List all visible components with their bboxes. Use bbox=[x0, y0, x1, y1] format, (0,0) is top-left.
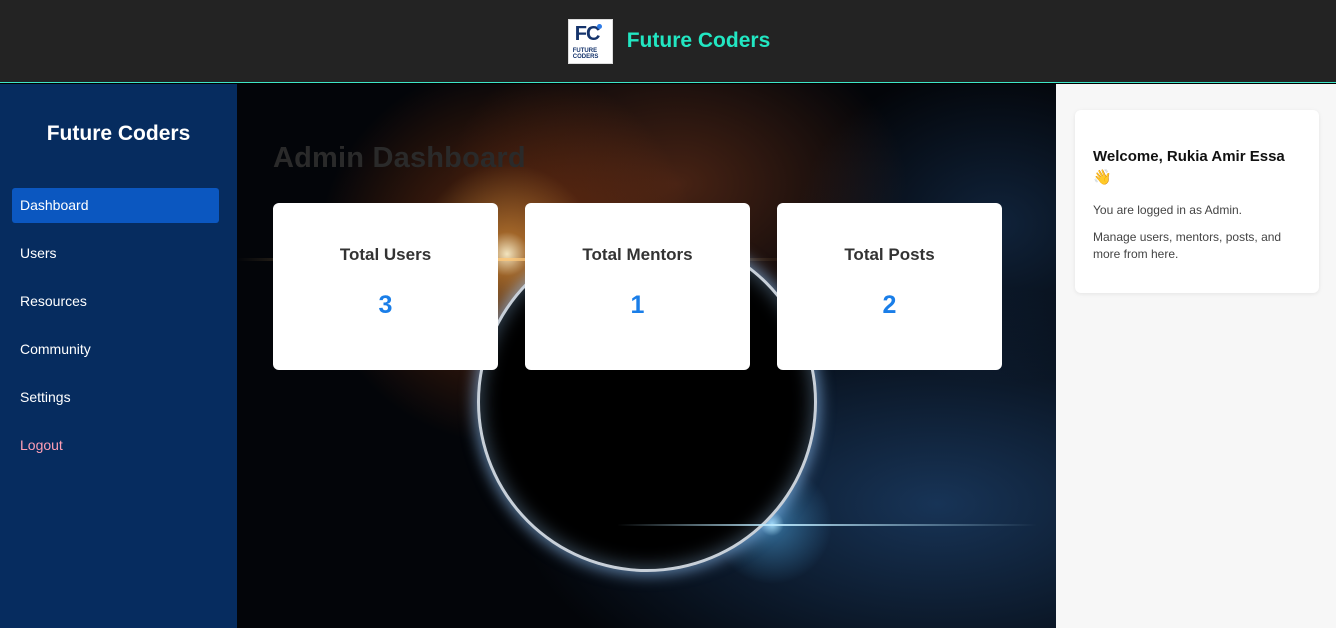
sidebar-item-logout[interactable]: Logout bbox=[12, 428, 219, 463]
logo-subtext: FUTURE CODERS bbox=[572, 47, 599, 60]
brand[interactable]: FC FUTURE CODERS Future Coders bbox=[567, 18, 771, 64]
sidebar-title: Future Coders bbox=[46, 122, 191, 145]
stat-label: Total Posts bbox=[844, 245, 935, 264]
sidebar: Future Coders Dashboard Users Resources … bbox=[0, 84, 237, 628]
background-flare-blue bbox=[617, 524, 1037, 526]
stat-label: Total Users bbox=[339, 245, 432, 264]
brand-name: Future Coders bbox=[626, 29, 771, 52]
stat-value: 2 bbox=[882, 291, 897, 319]
logo: FC FUTURE CODERS bbox=[567, 18, 613, 64]
stat-card-posts: Total Posts 2 bbox=[777, 203, 1002, 370]
top-header: FC FUTURE CODERS Future Coders bbox=[0, 0, 1336, 83]
welcome-title: Welcome, Rukia Amir Essa 👋 bbox=[1093, 148, 1285, 186]
welcome-role-text: You are logged in as Admin. bbox=[1093, 203, 1242, 217]
logo-mark: FC bbox=[574, 22, 601, 45]
welcome-card: Welcome, Rukia Amir Essa 👋 You are logge… bbox=[1075, 110, 1319, 293]
stat-card-users: Total Users 3 bbox=[273, 203, 498, 370]
main-content: Admin Dashboard Total Users 3 Total Ment… bbox=[237, 84, 1056, 628]
stat-value: 3 bbox=[378, 291, 393, 319]
sidebar-item-users[interactable]: Users bbox=[12, 236, 219, 271]
rocket-icon bbox=[596, 23, 602, 29]
sidebar-item-resources[interactable]: Resources bbox=[12, 284, 219, 319]
right-panel: Welcome, Rukia Amir Essa 👋 You are logge… bbox=[1056, 84, 1336, 628]
sidebar-item-dashboard[interactable]: Dashboard bbox=[12, 188, 219, 223]
stat-value: 1 bbox=[630, 291, 645, 319]
page-title: Admin Dashboard bbox=[273, 142, 526, 174]
sidebar-item-community[interactable]: Community bbox=[12, 332, 219, 367]
sidebar-nav: Dashboard Users Resources Community Sett… bbox=[0, 188, 237, 463]
stat-label: Total Mentors bbox=[582, 245, 693, 264]
stat-card-mentors: Total Mentors 1 bbox=[525, 203, 750, 370]
sidebar-item-settings[interactable]: Settings bbox=[12, 380, 219, 415]
welcome-help-text: Manage users, mentors, posts, and more f… bbox=[1093, 230, 1282, 261]
